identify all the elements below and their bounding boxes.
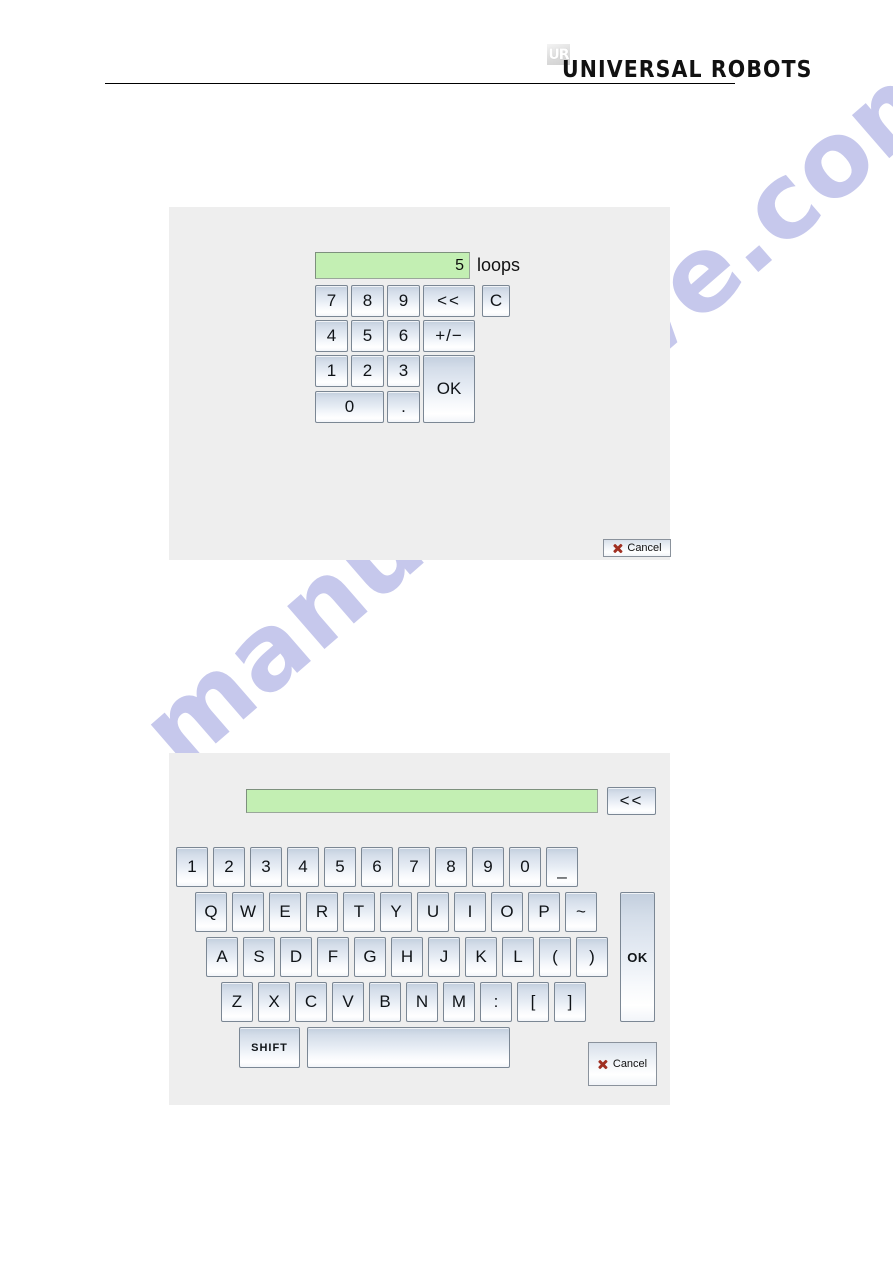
key-r[interactable]: R — [306, 892, 338, 932]
key-o[interactable]: O — [491, 892, 523, 932]
key-3[interactable]: 3 — [250, 847, 282, 887]
key-f[interactable]: F — [317, 937, 349, 977]
key-j[interactable]: J — [428, 937, 460, 977]
key-0[interactable]: 0 — [509, 847, 541, 887]
red-x-icon — [598, 1059, 609, 1070]
key-bracket-close[interactable]: ] — [554, 982, 586, 1022]
red-x-icon — [612, 543, 623, 554]
cancel-button-label: Cancel — [612, 1058, 648, 1070]
brand-wordmark: UNIVERSAL ROBOTS — [562, 55, 813, 83]
key-8[interactable]: 8 — [351, 285, 384, 317]
key-2[interactable]: 2 — [351, 355, 384, 387]
key-d[interactable]: D — [280, 937, 312, 977]
key-underscore[interactable]: _ — [546, 847, 578, 887]
key-0[interactable]: 0 — [315, 391, 384, 423]
text-value-field[interactable] — [246, 789, 598, 813]
key-bracket-open[interactable]: [ — [517, 982, 549, 1022]
numeric-input-dialog: 5 loops 7 8 9 << C 4 5 6 +/− 1 2 3 OK 0 … — [169, 207, 671, 560]
key-a[interactable]: A — [206, 937, 238, 977]
key-i[interactable]: I — [454, 892, 486, 932]
key-v[interactable]: V — [332, 982, 364, 1022]
key-w[interactable]: W — [232, 892, 264, 932]
key-2[interactable]: 2 — [213, 847, 245, 887]
key-e[interactable]: E — [269, 892, 301, 932]
key-9[interactable]: 9 — [472, 847, 504, 887]
key-6[interactable]: 6 — [361, 847, 393, 887]
numeric-value-field[interactable]: 5 — [315, 252, 470, 279]
key-tilde[interactable]: ~ — [565, 892, 597, 932]
key-clear[interactable]: C — [482, 285, 510, 317]
key-shift[interactable]: SHIFT — [239, 1027, 300, 1068]
key-space[interactable] — [307, 1027, 510, 1068]
key-x[interactable]: X — [258, 982, 290, 1022]
key-5[interactable]: 5 — [351, 320, 384, 352]
key-c[interactable]: C — [295, 982, 327, 1022]
key-h[interactable]: H — [391, 937, 423, 977]
key-sign[interactable]: +/− — [423, 320, 475, 352]
key-q[interactable]: Q — [195, 892, 227, 932]
key-backspace[interactable]: << — [423, 285, 475, 317]
header-divider — [105, 83, 735, 84]
key-backspace[interactable]: << — [607, 787, 656, 815]
key-p[interactable]: P — [528, 892, 560, 932]
key-k[interactable]: K — [465, 937, 497, 977]
key-g[interactable]: G — [354, 937, 386, 977]
text-input-dialog: << 1 2 3 4 5 6 7 8 9 0 _ Q W E R T Y U I… — [169, 753, 670, 1105]
key-7[interactable]: 7 — [315, 285, 348, 317]
key-decimal[interactable]: . — [387, 391, 420, 423]
key-colon[interactable]: : — [480, 982, 512, 1022]
key-1[interactable]: 1 — [176, 847, 208, 887]
key-5[interactable]: 5 — [324, 847, 356, 887]
key-s[interactable]: S — [243, 937, 275, 977]
key-4[interactable]: 4 — [315, 320, 348, 352]
key-u[interactable]: U — [417, 892, 449, 932]
key-paren-close[interactable]: ) — [576, 937, 608, 977]
key-1[interactable]: 1 — [315, 355, 348, 387]
key-paren-open[interactable]: ( — [539, 937, 571, 977]
key-3[interactable]: 3 — [387, 355, 420, 387]
key-y[interactable]: Y — [380, 892, 412, 932]
cancel-button[interactable]: Cancel — [588, 1042, 657, 1086]
numeric-unit-label: loops — [477, 255, 521, 275]
key-8[interactable]: 8 — [435, 847, 467, 887]
key-m[interactable]: M — [443, 982, 475, 1022]
cancel-button-label: Cancel — [627, 542, 662, 554]
key-b[interactable]: B — [369, 982, 401, 1022]
key-t[interactable]: T — [343, 892, 375, 932]
key-z[interactable]: Z — [221, 982, 253, 1022]
key-7[interactable]: 7 — [398, 847, 430, 887]
key-4[interactable]: 4 — [287, 847, 319, 887]
key-n[interactable]: N — [406, 982, 438, 1022]
key-9[interactable]: 9 — [387, 285, 420, 317]
page-header: UR UNIVERSAL ROBOTS — [0, 0, 893, 96]
key-l[interactable]: L — [502, 937, 534, 977]
key-6[interactable]: 6 — [387, 320, 420, 352]
key-ok[interactable]: OK — [620, 892, 655, 1022]
cancel-button[interactable]: Cancel — [603, 539, 671, 557]
key-ok[interactable]: OK — [423, 355, 475, 423]
